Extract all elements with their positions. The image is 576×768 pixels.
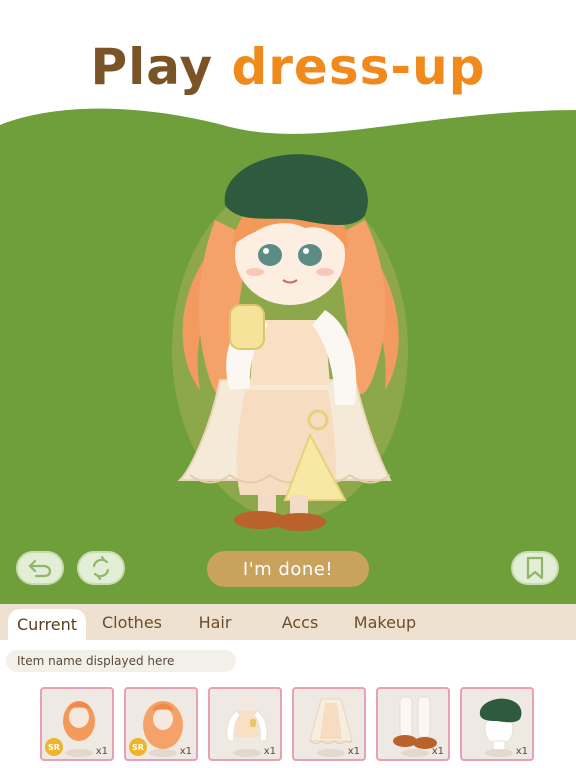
item-count: x1 bbox=[431, 746, 444, 757]
item-count: x1 bbox=[179, 746, 192, 757]
item-count: x1 bbox=[347, 746, 360, 757]
headline-play: Play bbox=[90, 38, 214, 96]
headline-dress-up: dress-up bbox=[231, 38, 486, 96]
undo-button[interactable] bbox=[16, 551, 64, 585]
item-slot-hair-wavy[interactable]: SR x1 bbox=[124, 687, 198, 761]
rotate-icon bbox=[92, 556, 110, 580]
item-count: x1 bbox=[263, 746, 276, 757]
item-slot-shoes[interactable]: x1 bbox=[376, 687, 450, 761]
item-slot-beret[interactable]: x1 bbox=[460, 687, 534, 761]
tab-hair[interactable]: Hair bbox=[185, 604, 245, 640]
rotate-button[interactable] bbox=[77, 551, 125, 585]
tab-accs[interactable]: Accs bbox=[270, 604, 330, 640]
item-count: x1 bbox=[515, 746, 528, 757]
rarity-badge: SR bbox=[45, 738, 63, 756]
item-slot-hair-straight[interactable]: SR x1 bbox=[40, 687, 114, 761]
headline: Play dress-up bbox=[0, 38, 576, 96]
tab-clothes[interactable]: Clothes bbox=[92, 604, 172, 640]
undo-arrow-icon bbox=[28, 559, 52, 578]
character-avatar[interactable] bbox=[160, 150, 420, 540]
bookmark-button[interactable] bbox=[511, 551, 559, 585]
item-name-field: Item name displayed here bbox=[6, 650, 236, 672]
category-tabs: Current Clothes Hair Accs Makeup bbox=[0, 604, 576, 640]
dress-up-screen: Play dress-up I'm done! Current Clothes … bbox=[0, 0, 576, 768]
rarity-badge: SR bbox=[129, 738, 147, 756]
tab-current[interactable]: Current bbox=[8, 609, 86, 640]
tab-makeup[interactable]: Makeup bbox=[345, 604, 425, 640]
bookmark-icon bbox=[526, 556, 544, 580]
items-panel: Item name displayed here SR x1 SR x1 x1 … bbox=[0, 640, 576, 768]
item-count: x1 bbox=[95, 746, 108, 757]
character-illustration bbox=[172, 154, 408, 531]
item-slot-skirt[interactable]: x1 bbox=[292, 687, 366, 761]
item-slot-top[interactable]: x1 bbox=[208, 687, 282, 761]
done-button[interactable]: I'm done! bbox=[207, 551, 369, 587]
